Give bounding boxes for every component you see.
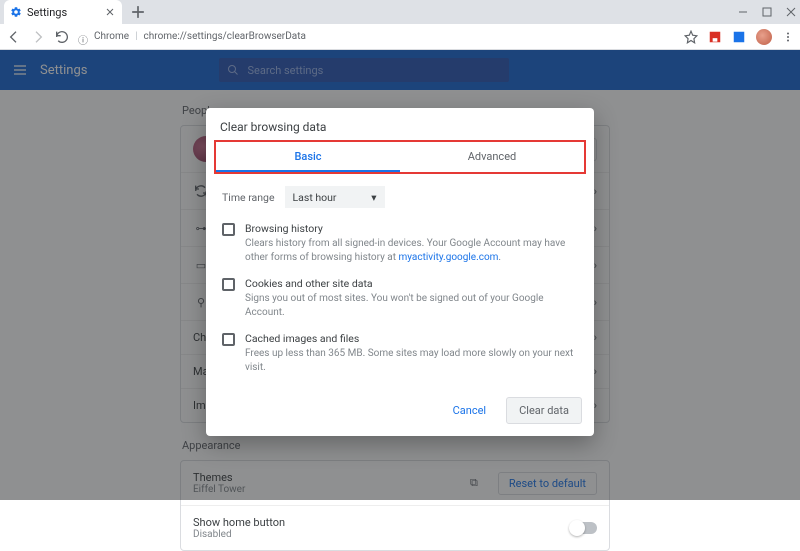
- extension-icon-2[interactable]: [732, 30, 746, 44]
- star-icon[interactable]: [684, 30, 698, 44]
- address-bar[interactable]: ⓘ Chrome | chrome://settings/clearBrowse…: [78, 31, 676, 42]
- opt2-title: Cookies and other site data: [245, 277, 578, 290]
- opt2-desc: Signs you out of most sites. You won't b…: [245, 292, 578, 320]
- show-home-state: Disabled: [193, 529, 285, 540]
- time-range-label: Time range: [222, 191, 275, 204]
- option-cookies[interactable]: Cookies and other site data Signs you ou…: [222, 277, 578, 320]
- tab-title: Settings: [27, 6, 67, 19]
- maximize-icon[interactable]: [762, 7, 772, 17]
- back-icon[interactable]: [6, 29, 22, 45]
- option-cache[interactable]: Cached images and files Frees up less th…: [222, 332, 578, 375]
- modal-overlay: Clear browsing data Basic Advanced Time …: [0, 50, 800, 500]
- clear-browsing-data-dialog: Clear browsing data Basic Advanced Time …: [206, 108, 594, 436]
- show-home-row[interactable]: Show home button Disabled: [181, 506, 609, 550]
- browser-tab[interactable]: Settings: [4, 0, 122, 24]
- minimize-icon[interactable]: [738, 7, 748, 17]
- tab-advanced[interactable]: Advanced: [400, 142, 584, 172]
- reload-icon[interactable]: [54, 29, 70, 45]
- opt3-title: Cached images and files: [245, 332, 578, 345]
- opt1-title: Browsing history: [245, 222, 578, 235]
- show-home-label: Show home button: [193, 516, 285, 529]
- clear-data-button[interactable]: Clear data: [506, 397, 582, 424]
- tabs-highlight: Basic Advanced: [214, 140, 586, 174]
- opt3-desc: Frees up less than 365 MB. Some sites ma…: [245, 347, 578, 375]
- settings-icon: [10, 6, 22, 18]
- menu-icon[interactable]: [782, 31, 794, 43]
- close-window-icon[interactable]: [786, 7, 796, 17]
- checkbox[interactable]: [222, 223, 235, 236]
- myactivity-link[interactable]: myactivity.google.com: [399, 252, 499, 263]
- option-browsing-history[interactable]: Browsing history Clears history from all…: [222, 222, 578, 265]
- profile-avatar[interactable]: [756, 29, 772, 45]
- toggle[interactable]: [571, 522, 597, 534]
- checkbox[interactable]: [222, 333, 235, 346]
- chevron-down-icon: ▾: [371, 191, 376, 204]
- time-range-select[interactable]: Last hour ▾: [285, 186, 385, 208]
- forward-icon: [30, 29, 46, 45]
- close-icon[interactable]: [104, 6, 116, 18]
- tab-basic[interactable]: Basic: [216, 142, 400, 172]
- opt1-desc: Clears history from all signed-in device…: [245, 237, 578, 265]
- checkbox[interactable]: [222, 278, 235, 291]
- dialog-title: Clear browsing data: [206, 108, 594, 140]
- time-range-value: Last hour: [293, 191, 337, 204]
- secure-icon: ⓘ: [78, 32, 88, 42]
- url-scheme: Chrome: [94, 31, 129, 42]
- extension-icon[interactable]: [708, 30, 722, 44]
- cancel-button[interactable]: Cancel: [441, 397, 498, 424]
- new-tab-button[interactable]: [128, 2, 148, 22]
- url-text: chrome://settings/clearBrowserData: [144, 31, 306, 42]
